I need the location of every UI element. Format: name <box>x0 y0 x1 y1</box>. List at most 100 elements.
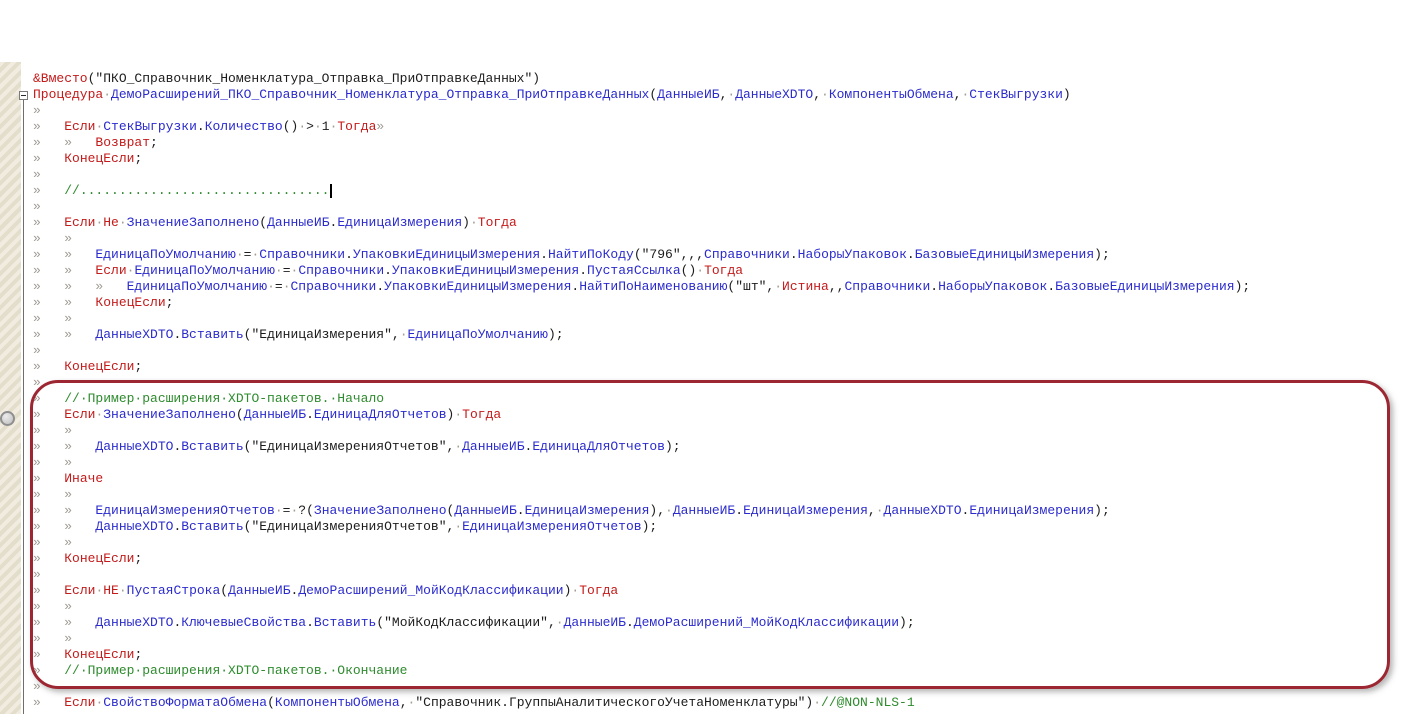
code-token: ; <box>166 295 174 310</box>
code-token: ЕдиницаИзмеренияОтчетов <box>95 503 274 518</box>
code-token: ЕдиницаДляОтчетов <box>532 439 665 454</box>
code-token: » » <box>33 439 95 454</box>
code-token: » » <box>33 135 95 150</box>
code-token: · <box>454 439 462 454</box>
code-token: » <box>33 391 64 406</box>
code-token: ЕдиницаИзмерения <box>337 215 462 230</box>
code-line: » » ЕдиницаИзмеренияОтчетов·=·?(Значение… <box>33 503 1250 519</box>
code-token: · <box>470 215 478 230</box>
code-token: . <box>306 407 314 422</box>
code-token: » » <box>33 295 95 310</box>
code-token: Возврат <box>95 135 150 150</box>
code-token: » <box>33 663 64 678</box>
code-token: Справочники <box>259 247 345 262</box>
code-token: //·Пример·расширения·XDTO-пакетов.·Оконч… <box>64 663 407 678</box>
code-line: » » ЕдиницаПоУмолчанию·=·Справочники.Упа… <box>33 247 1250 263</box>
code-line: » » <box>33 311 1250 327</box>
code-line: » » <box>33 599 1250 615</box>
code-token: · <box>236 247 244 262</box>
code-token: ); <box>1094 247 1110 262</box>
code-token: » » <box>33 247 95 262</box>
code-token: ( <box>236 407 244 422</box>
code-token: . <box>735 503 743 518</box>
code-token: НаборыУпаковок <box>798 247 907 262</box>
code-token: ,, <box>829 279 845 294</box>
code-token: КонецЕсли <box>64 647 134 662</box>
code-token: · <box>283 279 291 294</box>
code-line: » » Возврат; <box>33 135 1250 151</box>
code-token: » <box>33 407 64 422</box>
code-token: Вставить <box>181 327 243 342</box>
code-token: > <box>306 119 314 134</box>
code-token: » <box>33 103 41 118</box>
code-line: » » ДанныеXDTO.Вставить("ЕдиницаИзмерени… <box>33 519 1250 535</box>
breakpoint-gutter[interactable] <box>0 62 21 714</box>
code-token: . <box>306 615 314 630</box>
code-token: ЕдиницаИзмерения <box>525 503 650 518</box>
code-token: » <box>33 695 64 710</box>
code-token: Если <box>64 407 95 422</box>
code-token: Если <box>64 695 95 710</box>
code-line: » » <box>33 535 1250 551</box>
code-token: Справочники <box>844 279 930 294</box>
code-token: » <box>33 471 64 486</box>
code-token: . <box>907 247 915 262</box>
code-line: » //·Пример·расширения·XDTO-пакетов.·Око… <box>33 663 1250 679</box>
code-token: » » <box>33 631 72 646</box>
code-token: ("ЕдиницаИзмеренияОтчетов", <box>244 439 455 454</box>
code-token: () <box>681 263 697 278</box>
code-token: ДанныеИБ <box>454 503 516 518</box>
code-token: ; <box>134 551 142 566</box>
code-token: ( <box>259 215 267 230</box>
code-token: ДанныеИБ <box>244 407 306 422</box>
code-token: » <box>33 647 64 662</box>
code-token: Справочники <box>298 263 384 278</box>
code-token: , <box>400 695 408 710</box>
code-token: Вставить <box>181 439 243 454</box>
code-token: УпаковкиЕдиницыИзмерения <box>392 263 579 278</box>
code-line: » Если·ЗначениеЗаполнено(ДанныеИБ.Единиц… <box>33 407 1250 423</box>
code-token: ДанныеXDTO <box>95 439 173 454</box>
code-token: ЕдиницаПоУмолчанию <box>134 263 274 278</box>
code-token: Тогда <box>704 263 743 278</box>
code-token: ДанныеXDTO <box>95 615 173 630</box>
code-token: · <box>454 519 462 534</box>
code-line: » » <box>33 231 1250 247</box>
code-token: УпаковкиЕдиницыИзмерения <box>353 247 540 262</box>
code-token: ДемоРасширений_ПКО_Справочник_Номенклату… <box>111 87 649 102</box>
code-token: &Вместо <box>33 71 88 86</box>
code-token: » <box>33 359 64 374</box>
collapse-toggle-icon[interactable] <box>19 91 28 100</box>
code-token: ; <box>150 135 158 150</box>
code-token: //................................ <box>64 183 329 198</box>
code-token: » » <box>33 615 95 630</box>
code-token: . <box>930 279 938 294</box>
code-token: » <box>33 551 64 566</box>
bookmark-circle-marker <box>0 411 15 426</box>
code-line: » <box>33 567 1250 583</box>
code-token: ; <box>134 647 142 662</box>
code-token: · <box>119 215 127 230</box>
code-token: = <box>283 263 291 278</box>
code-token: » <box>33 215 64 230</box>
code-line: » Если·СвойствоФорматаОбмена(КомпонентыО… <box>33 695 1250 711</box>
code-token: » » <box>33 599 72 614</box>
code-token: » » <box>33 519 95 534</box>
code-token: ( <box>649 87 657 102</box>
code-token: » » <box>33 327 95 342</box>
code-token: ?( <box>298 503 314 518</box>
code-area[interactable]: &Вместо("ПКО_Справочник_Номенклатура_Отп… <box>33 71 1250 711</box>
code-token: НайтиПоНаименованию <box>579 279 727 294</box>
code-token: ДемоРасширений_МойКодКлассификации <box>298 583 563 598</box>
code-token: ); <box>642 519 658 534</box>
code-token: · <box>275 263 283 278</box>
code-token: ); <box>548 327 564 342</box>
code-token: = <box>275 279 283 294</box>
code-token: » » <box>33 535 72 550</box>
code-token: ДанныеXDTO <box>95 327 173 342</box>
code-token: НайтиПоКоду <box>548 247 634 262</box>
code-line: &Вместо("ПКО_Справочник_Номенклатура_Отп… <box>33 71 1250 87</box>
code-token: ("ЕдиницаИзмерения", <box>244 327 400 342</box>
code-token: Иначе <box>64 471 103 486</box>
code-token: ( <box>267 695 275 710</box>
